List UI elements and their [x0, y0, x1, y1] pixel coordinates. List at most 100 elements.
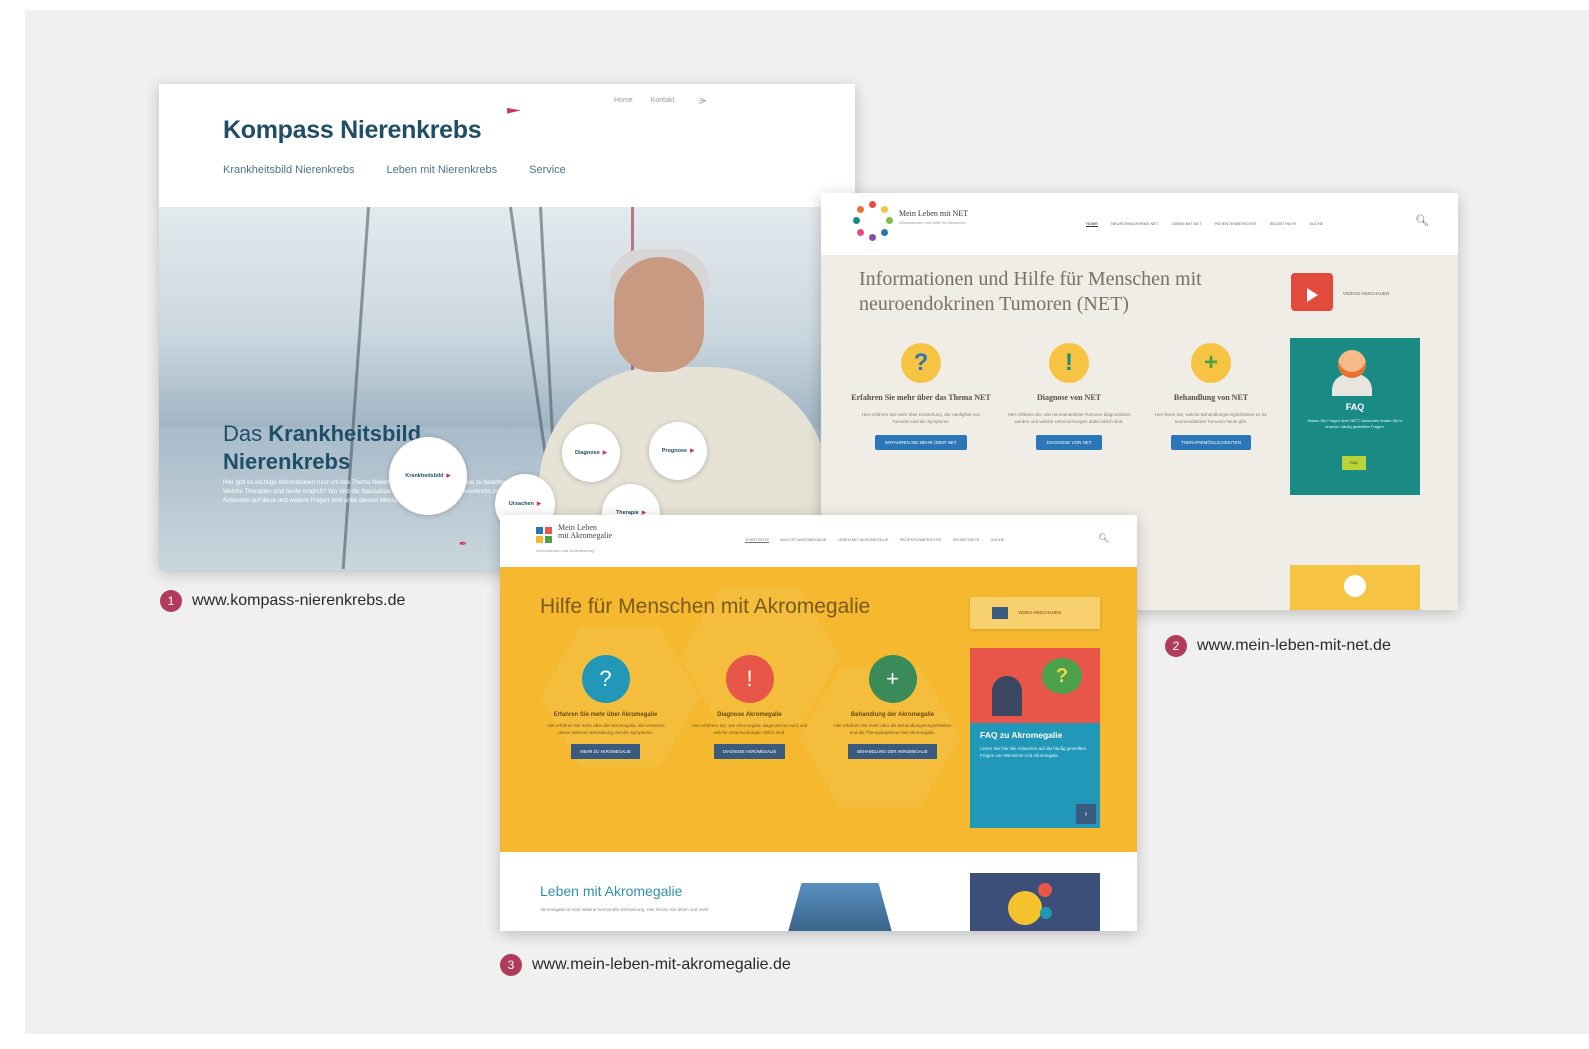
site-logo[interactable]: Kompass Nierenkrebs	[223, 116, 482, 145]
screenshot-mein-leben-mit-akromegalie: Mein Leben mit Akromegalie Informationen…	[500, 515, 1137, 931]
pin-icon: ✒	[459, 539, 468, 550]
erfahren-button[interactable]: ERFAHREN SIE MEHR ÜBER NET	[875, 435, 967, 450]
diagnose-button[interactable]: DIAGNOSE VON NET	[1036, 435, 1102, 450]
info-column-behandlung: + Behandlung der Akromegalie Hier erfahr…	[825, 655, 960, 759]
bubble-krankheitsbild[interactable]: Krankheitsbild ▶	[389, 437, 467, 515]
site-header: Kompass Nierenkrebs Home Kontakt ⪫ Krank…	[159, 84, 855, 207]
therapie-button[interactable]: THERAPIEMÖGLICHKEITEN	[1171, 435, 1251, 450]
caption-number: 3	[500, 954, 522, 976]
question-icon: ?	[901, 343, 941, 383]
column-heading: Erfahren Sie mehr über Akromegalie	[553, 712, 658, 718]
column-heading: Erfahren Sie mehr über das Thema NET	[851, 393, 991, 402]
video-link[interactable]: VIDEOS ANSCHAUEN	[1343, 291, 1389, 296]
info-column-behandlung: + Behandlung von NET Hier lesen Sie, wel…	[1141, 343, 1281, 450]
nav-item-berichte[interactable]: PATIENTENBERICHTE	[1215, 221, 1257, 227]
nav-item-selbsthilfe[interactable]: SELBSTHILFE	[953, 537, 980, 543]
bubble-prognose[interactable]: Prognose ▶	[649, 422, 707, 480]
screenshot-kompass-nierenkrebs: Kompass Nierenkrebs Home Kontakt ⪫ Krank…	[159, 84, 855, 570]
question-bubble-icon: ?	[1042, 658, 1082, 694]
mehr-button[interactable]: MEHR ZU AKROMEGALIE	[571, 744, 640, 759]
site-logo[interactable]: Mein Leben mit Akromegalie	[558, 524, 612, 540]
caption-url: www.kompass-nierenkrebs.de	[192, 592, 406, 609]
info-column-diagnose: ! Diagnose von NET Hier erfahren Sie, wi…	[999, 343, 1139, 450]
faq-button[interactable]: FAQ	[1342, 456, 1366, 470]
site-header: Mein Leben mit Akromegalie Informationen…	[500, 515, 1137, 567]
page-title: Hilfe für Menschen mit Akromegalie	[540, 595, 871, 618]
logo-flag-icon	[507, 108, 521, 114]
akromegalie-logo-icon[interactable]	[536, 527, 552, 543]
column-heading: Diagnose Akromegalie	[717, 712, 782, 718]
site-logo[interactable]: Mein Leben mit NET	[899, 209, 968, 218]
main-nav: STARTSEITE WAS IST AKROMEGALIE LEBEN MIT…	[745, 537, 1004, 543]
behandlung-button[interactable]: BEHANDLUNG DER AKROMEGALIE	[848, 744, 937, 759]
column-heading: Behandlung der Akromegalie	[850, 712, 935, 718]
column-heading: Diagnose von NET	[1036, 393, 1101, 402]
column-text: Hier erfahren Sie mehr über Entstehung, …	[861, 412, 981, 424]
caption-1: 1 www.kompass-nierenkrebs.de	[160, 590, 405, 612]
search-icon[interactable]: 🔍︎	[1415, 214, 1429, 227]
person-icon	[1338, 350, 1366, 378]
info-column-erfahren: ? Erfahren Sie mehr über das Thema NET H…	[851, 343, 991, 450]
column-text: Hier lesen Sie, welche Behandlungsmöglic…	[1154, 412, 1268, 424]
caption-url: www.mein-leben-mit-akromegalie.de	[532, 956, 791, 973]
logo-subtitle: Informationen und Hilfe für Menschen	[899, 220, 966, 225]
video-button[interactable]: VIDEO ANSCHAUEN	[970, 597, 1100, 629]
nav-item-home[interactable]: HOME	[1086, 221, 1098, 227]
nav-item-leben[interactable]: LEBEN MIT NET	[1171, 221, 1201, 227]
caption-number: 2	[1165, 635, 1187, 657]
section-photo	[785, 883, 895, 931]
net-logo-icon[interactable]	[853, 201, 893, 241]
site-header: Mein Leben mit NET Informationen und Hil…	[821, 193, 1458, 255]
person-icon	[992, 676, 1022, 716]
column-text: Hier erfahren Sie mehr über die Behandlu…	[833, 723, 952, 735]
caption-number: 1	[160, 590, 182, 612]
faq-card[interactable]: ? FAQ zu Akromegalie Lesen Sie hier die …	[970, 648, 1100, 828]
column-text: Hier erfahren Sie, wie Akromegalie diagn…	[691, 723, 808, 735]
gears-icon	[970, 873, 1100, 931]
logo-subtitle: Informationen und Unterstützung	[536, 548, 595, 553]
section-title: Leben mit Akromegalie	[540, 883, 683, 899]
question-icon: ?	[581, 655, 630, 703]
nav-item-start[interactable]: STARTSEITE	[745, 537, 770, 543]
faq-card[interactable]: FAQ Haben Sie Fragen über NET? Antworten…	[1290, 338, 1420, 495]
hero-lead-text: Hier gibt es wichtige Informationen rund…	[223, 480, 521, 504]
search-icon[interactable]: 🔍︎	[1098, 533, 1109, 544]
caption-3: 3 www.mein-leben-mit-akromegalie.de	[500, 954, 791, 976]
section-text: Akromegalie ist eine seltene hormonelle …	[540, 907, 710, 912]
plus-icon: +	[868, 655, 917, 703]
info-column-erfahren: ? Erfahren Sie mehr über Akromegalie Hie…	[538, 655, 673, 759]
arrow-right-icon[interactable]: ›	[1076, 804, 1096, 824]
info-column-diagnose: ! Diagnose Akromegalie Hier erfahren Sie…	[682, 655, 817, 759]
nav-item-berichte[interactable]: PATIENTENBERICHTE	[900, 537, 942, 543]
top-nav: Home Kontakt	[614, 97, 674, 104]
main-nav: Krankheitsbild Nierenkrebs Leben mit Nie…	[223, 164, 566, 176]
nav-item-net[interactable]: NEUROENDOKRINE NET	[1111, 221, 1158, 227]
nav-item-was-ist[interactable]: WAS IST AKROMEGALIE	[780, 537, 826, 543]
exclamation-icon: !	[725, 655, 774, 703]
faq-title: FAQ	[1345, 402, 1365, 412]
faq-text: Haben Sie Fragen über NET? Antworten fin…	[1307, 418, 1403, 429]
nav-item-krankheitsbild[interactable]: Krankheitsbild Nierenkrebs	[223, 164, 354, 176]
nav-item-service[interactable]: Service	[529, 164, 566, 176]
nav-item-suche[interactable]: SUCHE	[1309, 221, 1323, 227]
nav-item-suche[interactable]: SUCHE	[990, 537, 1004, 543]
nav-item-leben[interactable]: Leben mit Nierenkrebs	[386, 164, 497, 176]
column-heading: Behandlung von NET	[1173, 393, 1249, 402]
column-text: Hier erfahren Sie mehr über die Akromega…	[546, 723, 665, 735]
share-icon[interactable]: ⪫	[699, 92, 706, 108]
diagnose-button[interactable]: DIAGNOSE AKROMEGALIE	[713, 744, 786, 759]
exclamation-icon: !	[1049, 343, 1089, 383]
faq-text: Lesen Sie hier die Antworten auf die häu…	[980, 746, 1087, 758]
nav-item-selbsthilfe[interactable]: SELBSTHILFE	[1270, 221, 1297, 227]
nav-item-leben[interactable]: LEBEN MIT AKROMEGALIE	[838, 537, 889, 543]
video-icon[interactable]	[1291, 273, 1333, 311]
page-title: Informationen und Hilfe für Menschen mit…	[859, 268, 1202, 315]
bubble-diagnose[interactable]: Diagnose ▶	[562, 424, 620, 482]
top-nav-contact[interactable]: Kontakt	[651, 97, 675, 104]
caption-2: 2 www.mein-leben-mit-net.de	[1165, 635, 1391, 657]
lightbulb-icon	[1290, 565, 1420, 610]
top-nav-home[interactable]: Home	[614, 97, 633, 104]
plus-icon: +	[1191, 343, 1231, 383]
presentation-panel: Kompass Nierenkrebs Home Kontakt ⪫ Krank…	[25, 10, 1589, 1034]
column-text: Hier erfahren Sie, wie neuroendokrine Tu…	[1007, 412, 1131, 424]
